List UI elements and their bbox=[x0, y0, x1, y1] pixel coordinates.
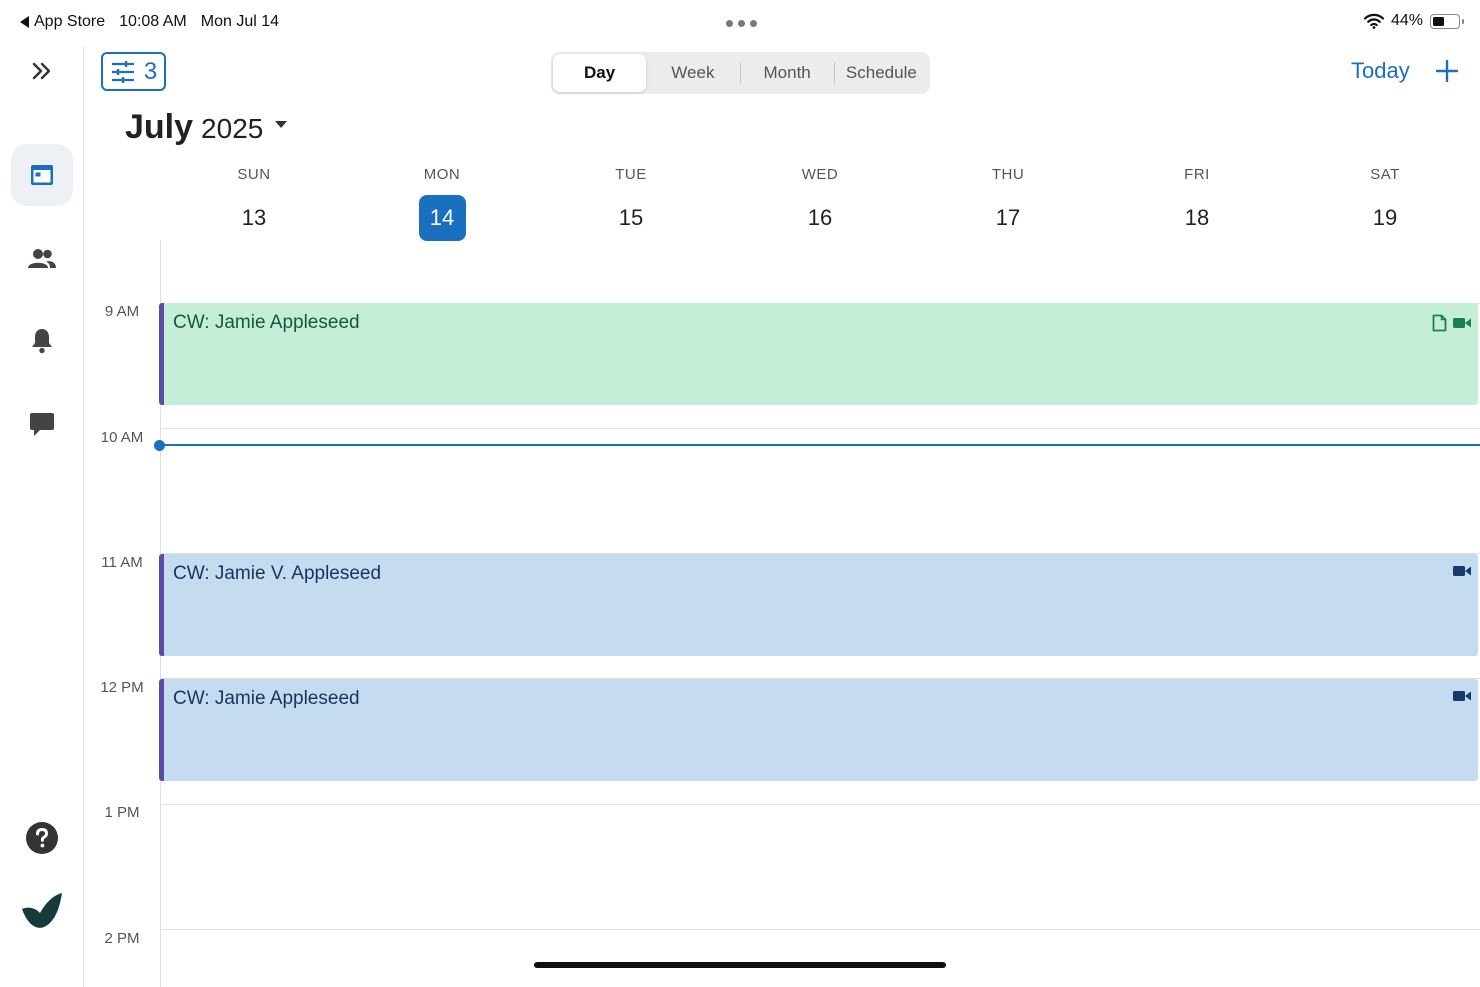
day-column-header[interactable]: WED 16 bbox=[760, 166, 880, 241]
add-event-button[interactable] bbox=[1434, 58, 1460, 84]
back-label: App Store bbox=[34, 13, 106, 30]
tab-week[interactable]: Week bbox=[646, 54, 739, 92]
expand-sidebar-button[interactable] bbox=[11, 40, 73, 102]
home-indicator[interactable] bbox=[534, 962, 946, 968]
event-title: CW: Jamie V. Appleseed bbox=[173, 563, 382, 584]
tab-month[interactable]: Month bbox=[741, 54, 834, 92]
view-switcher: Day Week Month Schedule bbox=[551, 52, 930, 94]
day-column-header[interactable]: FRI 18 bbox=[1137, 166, 1257, 241]
year-label: 2025 bbox=[201, 113, 264, 144]
chevrons-right-icon bbox=[32, 62, 51, 80]
time-label: 2 PM bbox=[104, 930, 140, 947]
back-to-app-store[interactable]: App Store bbox=[20, 13, 105, 31]
calendar-event[interactable]: CW: Jamie V. Appleseed bbox=[159, 554, 1478, 656]
video-icon bbox=[1453, 691, 1471, 701]
calendar-event[interactable]: CW: Jamie Appleseed bbox=[159, 303, 1478, 405]
caret-down-icon bbox=[275, 121, 288, 128]
event-title: CW: Jamie Appleseed bbox=[173, 688, 360, 709]
status-bar: App Store 10:08 AM Mon Jul 14 44% bbox=[0, 0, 1480, 46]
time-label: 12 PM bbox=[100, 679, 144, 696]
tab-schedule[interactable]: Schedule bbox=[835, 54, 928, 92]
status-date: Mon Jul 14 bbox=[200, 13, 280, 30]
day-column-header[interactable]: SUN 13 bbox=[194, 166, 314, 241]
calendar-icon bbox=[31, 165, 53, 185]
time-label: 10 AM bbox=[100, 429, 144, 446]
day-column-header[interactable]: THU 17 bbox=[948, 166, 1068, 241]
document-icon bbox=[1432, 314, 1447, 332]
event-title: CW: Jamie Appleseed bbox=[173, 312, 360, 333]
multitasking-dots[interactable] bbox=[726, 20, 757, 27]
sidebar-item-calendar[interactable] bbox=[11, 144, 73, 206]
month-picker[interactable]: July 2025 bbox=[125, 108, 288, 147]
day-column-header-today[interactable]: MON 14 bbox=[382, 166, 502, 241]
filter-count: 3 bbox=[143, 57, 158, 85]
week-day-header: SUN 13 MON 14 TUE 15 WED 16 THU 17 FRI 1… bbox=[160, 166, 1480, 242]
day-column-header[interactable]: SAT 19 bbox=[1325, 166, 1445, 241]
current-time-indicator bbox=[154, 440, 165, 451]
calendar-event[interactable]: CW: Jamie Appleseed bbox=[159, 679, 1478, 781]
sliders-icon bbox=[111, 60, 134, 83]
back-arrow-icon bbox=[20, 16, 29, 28]
battery-icon bbox=[1430, 13, 1464, 29]
video-icon bbox=[1453, 566, 1471, 576]
wifi-icon bbox=[1363, 13, 1384, 29]
month-label: July bbox=[125, 108, 194, 146]
time-label: 1 PM bbox=[104, 804, 140, 821]
today-button[interactable]: Today bbox=[1351, 58, 1410, 84]
time-label: 11 AM bbox=[101, 554, 143, 571]
plus-icon bbox=[1435, 59, 1459, 83]
video-icon bbox=[1453, 318, 1471, 328]
status-time: 10:08 AM bbox=[119, 13, 187, 30]
battery-percent: 44% bbox=[1390, 12, 1423, 29]
current-time-line bbox=[160, 444, 1480, 446]
tab-day[interactable]: Day bbox=[553, 54, 647, 92]
filter-button[interactable]: 3 bbox=[101, 52, 166, 91]
day-time-grid[interactable]: 9 AM 10 AM 11 AM 12 PM 1 PM 2 PM CW: Jam… bbox=[0, 240, 1480, 987]
day-column-header[interactable]: TUE 15 bbox=[571, 166, 691, 241]
time-label: 9 AM bbox=[104, 303, 140, 320]
